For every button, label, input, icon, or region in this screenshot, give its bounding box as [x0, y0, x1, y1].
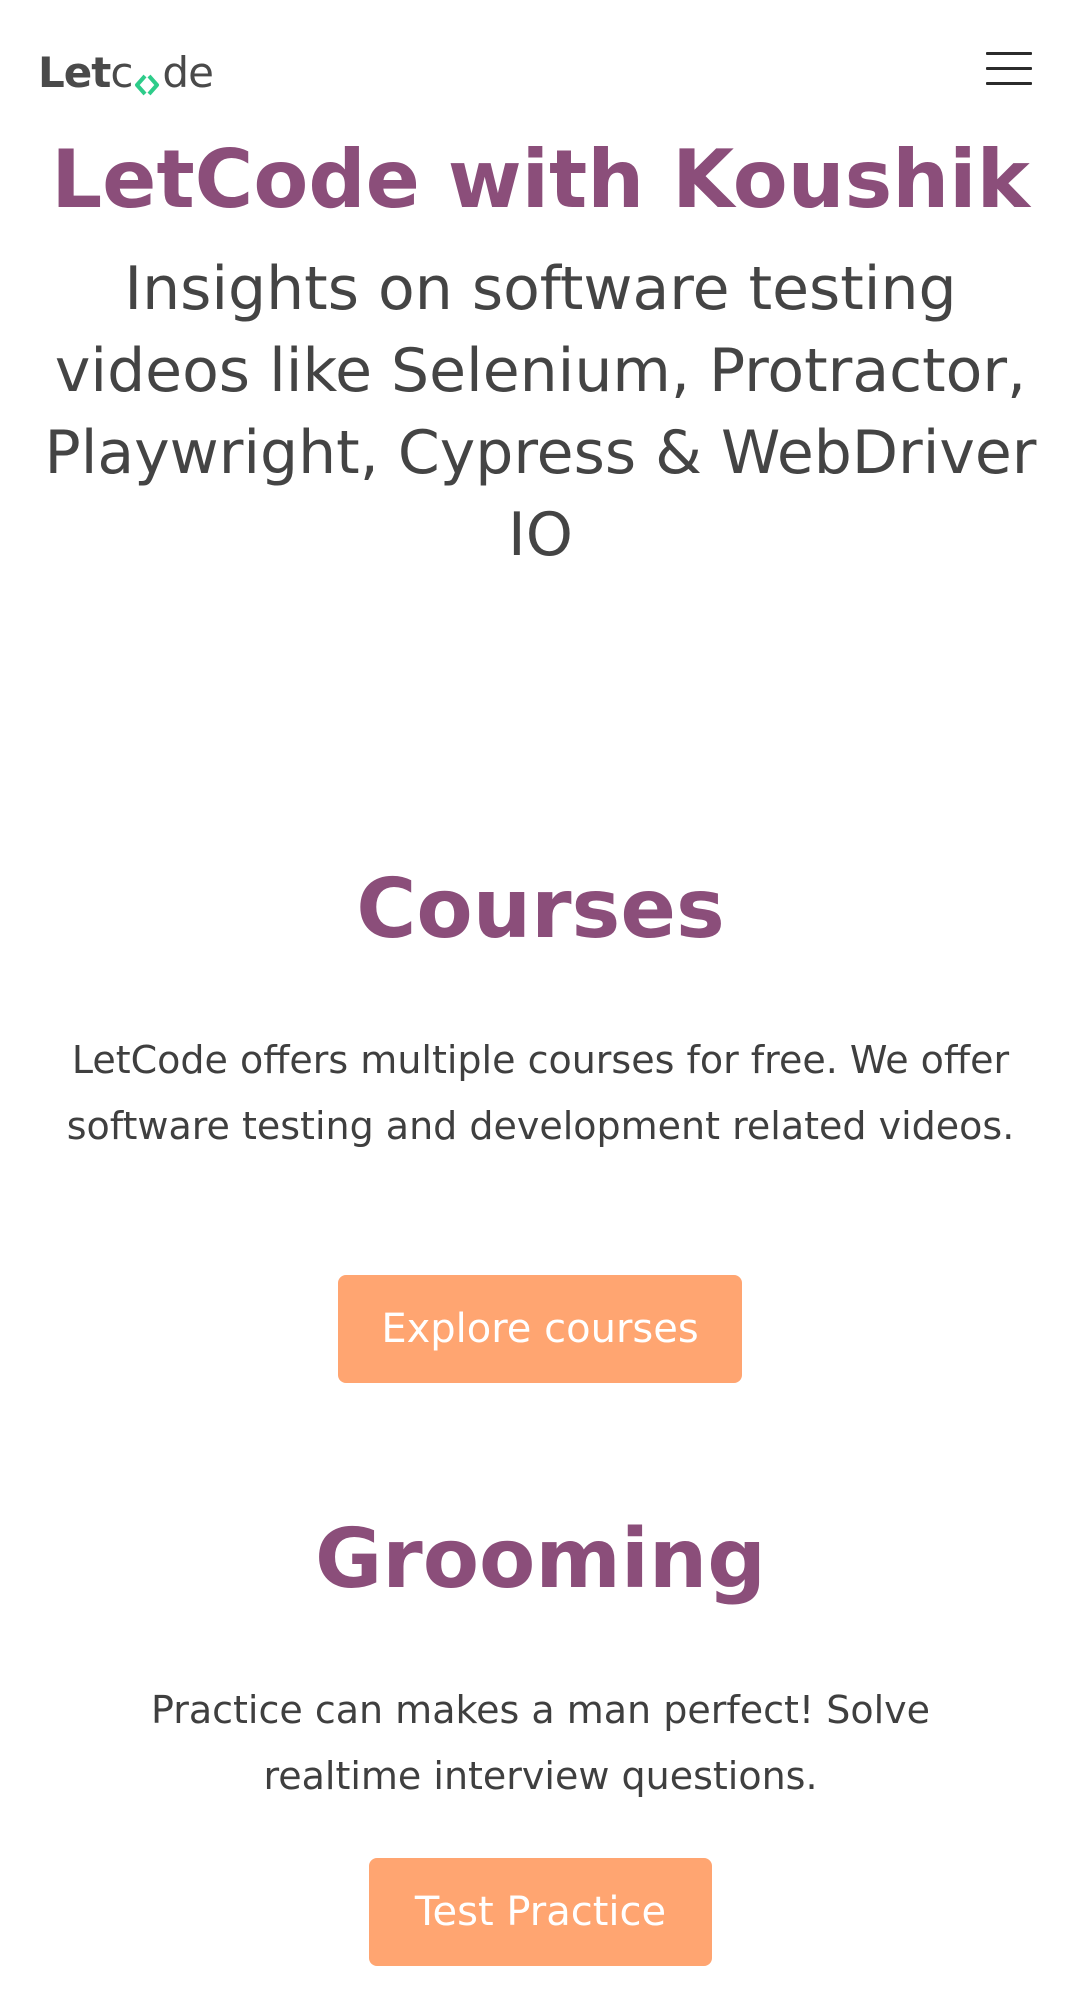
logo-text-code: c de — [110, 47, 214, 97]
logo-text-let: Let — [38, 47, 111, 97]
hero-subtitle: Insights on software testing videos like… — [44, 254, 1037, 570]
courses-heading: Courses — [356, 862, 725, 957]
hamburger-menu-icon[interactable] — [986, 52, 1032, 86]
explore-courses-button[interactable]: Explore courses — [338, 1275, 742, 1383]
navbar: Let c de — [0, 0, 1081, 140]
grooming-section: Grooming Practice can makes a man perfec… — [0, 1505, 1081, 1809]
test-practice-button[interactable]: Test Practice — [369, 1858, 712, 1966]
letcode-logo[interactable]: Let c de — [38, 47, 214, 97]
courses-section: Courses LetCode offers multiple courses … — [0, 855, 1081, 1159]
menu-bar-top — [986, 52, 1032, 55]
grooming-description: Practice can makes a man perfect! Solve … — [150, 1688, 931, 1798]
logo-text-de: de — [162, 47, 213, 97]
logo-text-c: c — [110, 47, 133, 97]
courses-description: LetCode offers multiple courses for free… — [66, 1038, 1015, 1148]
grooming-heading: Grooming — [314, 1512, 767, 1607]
menu-bar-bottom — [986, 82, 1032, 85]
hero-title: LetCode with Koushik — [51, 133, 1030, 226]
hero-section: LetCode with Koushik Insights on softwar… — [0, 120, 1081, 576]
menu-bar-middle — [986, 67, 1032, 70]
logo-code-brackets-icon — [134, 59, 160, 96]
